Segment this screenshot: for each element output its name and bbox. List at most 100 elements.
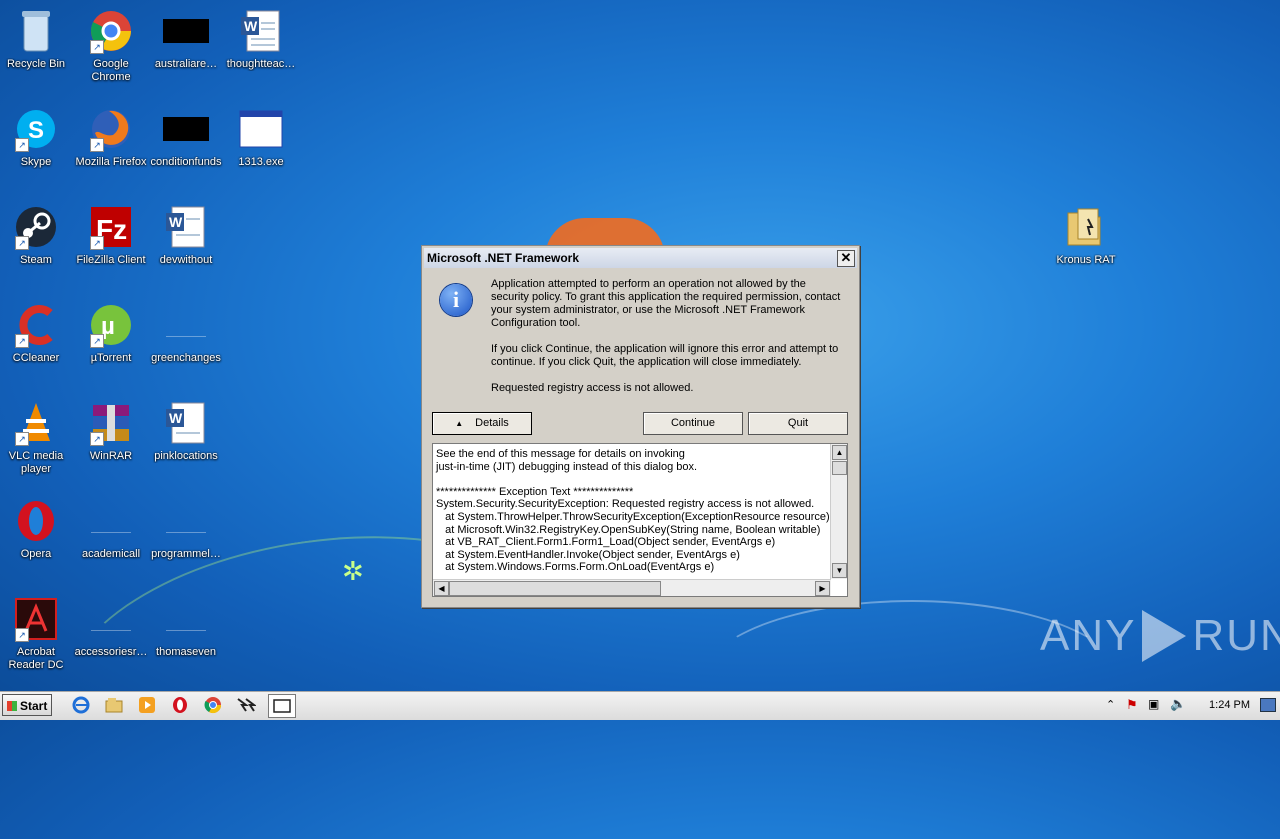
taskbar-explorer-icon[interactable] xyxy=(101,694,127,716)
taskbar-kronus-icon[interactable] xyxy=(233,694,259,716)
desktop-icon-vlc[interactable]: ↗ VLC media player xyxy=(0,400,74,476)
desktop-icon-devwithout[interactable]: W devwithout xyxy=(148,204,224,267)
file-icon xyxy=(88,596,134,642)
icon-label: thomaseven xyxy=(156,646,216,658)
icon-label: CCleaner xyxy=(12,352,60,364)
shortcut-arrow-icon: ↗ xyxy=(90,334,104,348)
error-dialog: Microsoft .NET Framework ✕ i Application… xyxy=(421,245,860,608)
svg-text:W: W xyxy=(244,18,258,34)
icon-label: Google Chrome xyxy=(91,58,131,83)
shortcut-arrow-icon: ↗ xyxy=(90,138,104,152)
desktop-icon-1313-exe[interactable]: 1313.exe xyxy=(223,106,299,169)
message-text: Requested registry access is not allowed… xyxy=(491,382,694,394)
taskbar-dialog-window-icon[interactable] xyxy=(268,694,296,718)
desktop-icon-academicall[interactable]: academicall xyxy=(73,498,149,561)
desktop-icon-acrobat[interactable]: ↗ Acrobat Reader DC xyxy=(0,596,74,672)
ccleaner-icon: ↗ xyxy=(13,302,59,348)
shortcut-arrow-icon: ↗ xyxy=(15,334,29,348)
dialog-titlebar[interactable]: Microsoft .NET Framework ✕ xyxy=(424,248,857,268)
start-button[interactable]: Start xyxy=(2,694,52,716)
utorrent-icon: µ ↗ xyxy=(88,302,134,348)
close-button[interactable]: ✕ xyxy=(837,250,855,267)
desktop-icon-australiare[interactable]: australiare… xyxy=(148,8,224,71)
desktop-icon-kronus-rat[interactable]: Kronus RAT xyxy=(1048,204,1124,267)
desktop-icon-skype[interactable]: S ↗ Skype xyxy=(0,106,74,169)
continue-button[interactable]: Continue xyxy=(643,412,743,435)
desktop-icon-winrar[interactable]: ↗ WinRAR xyxy=(73,400,149,463)
icon-label: Kronus RAT xyxy=(1056,254,1116,266)
scroll-thumb[interactable] xyxy=(449,581,661,596)
collapse-arrow-icon: ▲ xyxy=(455,419,464,428)
action-center-flag-icon[interactable]: ⚑ xyxy=(1126,697,1138,713)
details-text: See the end of this message for details … xyxy=(436,448,830,574)
scroll-up-icon[interactable]: ▲ xyxy=(832,445,847,460)
svg-text:S: S xyxy=(28,117,44,144)
file-icon xyxy=(163,106,209,152)
scroll-down-icon[interactable]: ▼ xyxy=(832,563,847,578)
icon-label: programmel… xyxy=(151,548,221,560)
tray-expand-icon[interactable]: ⌃ xyxy=(1106,698,1115,711)
icon-label: Acrobat Reader DC xyxy=(8,646,64,671)
scroll-thumb[interactable] xyxy=(832,461,847,475)
clock[interactable]: 1:24 PM xyxy=(1209,699,1250,711)
horizontal-scrollbar[interactable]: ◀ ▶ xyxy=(433,579,831,596)
desktop-icon-utorrent[interactable]: µ ↗ µTorrent xyxy=(73,302,149,365)
firefox-icon: ↗ xyxy=(88,106,134,152)
chrome-icon: ↗ xyxy=(88,8,134,54)
watermark-text: RUN xyxy=(1192,611,1280,660)
folder-icon xyxy=(1063,204,1109,250)
desktop-icon-thomaseven[interactable]: thomaseven xyxy=(148,596,224,659)
windows-flag-icon xyxy=(7,701,17,711)
desktop-icon-firefox[interactable]: ↗ Mozilla Firefox xyxy=(73,106,149,169)
icon-label: accessoriesr… xyxy=(74,646,148,658)
desktop-icon-greenchanges[interactable]: greenchanges xyxy=(148,302,224,365)
icon-label: Recycle Bin xyxy=(6,58,66,70)
icon-label: thoughtteac… xyxy=(226,58,296,70)
steam-icon: ↗ xyxy=(13,204,59,250)
details-textbox[interactable]: See the end of this message for details … xyxy=(432,443,848,597)
icon-label: Mozilla Firefox xyxy=(75,156,147,168)
dialog-message: Application attempted to perform an oper… xyxy=(491,278,841,408)
taskbar-opera-icon[interactable] xyxy=(167,694,193,716)
file-icon xyxy=(163,498,209,544)
desktop-icon-pinklocations[interactable]: W pinklocations xyxy=(148,400,224,463)
desktop-icon-accessoriesr[interactable]: accessoriesr… xyxy=(73,596,149,659)
desktop-icon-conditionfunds[interactable]: conditionfunds xyxy=(148,106,224,169)
desktop-icon-filezilla[interactable]: Fz ↗ FileZilla Client xyxy=(73,204,149,267)
icon-label: µTorrent xyxy=(90,352,132,364)
shortcut-arrow-icon: ↗ xyxy=(15,138,29,152)
desktop-icon-programmel[interactable]: programmel… xyxy=(148,498,224,561)
word-document-icon: W xyxy=(238,8,284,54)
network-icon[interactable]: ▣ xyxy=(1148,697,1159,711)
show-desktop-button[interactable] xyxy=(1260,698,1276,712)
exe-window-icon xyxy=(238,106,284,152)
scroll-left-icon[interactable]: ◀ xyxy=(434,581,449,596)
icon-label: australiare… xyxy=(154,58,218,70)
filezilla-icon: Fz ↗ xyxy=(88,204,134,250)
scroll-right-icon[interactable]: ▶ xyxy=(815,581,830,596)
desktop-icon-opera[interactable]: Opera xyxy=(0,498,74,561)
vlc-cone-icon: ↗ xyxy=(13,400,59,446)
taskbar-media-player-icon[interactable] xyxy=(134,694,160,716)
taskbar-ie-icon[interactable] xyxy=(68,694,94,716)
desktop-icon-google-chrome[interactable]: ↗ Google Chrome xyxy=(73,8,149,84)
winrar-icon: ↗ xyxy=(88,400,134,446)
desktop-icon-ccleaner[interactable]: ↗ CCleaner xyxy=(0,302,74,365)
svg-text:W: W xyxy=(169,214,183,230)
desktop-icon-thoughtteac[interactable]: W thoughtteac… xyxy=(223,8,299,71)
info-icon: i xyxy=(440,284,472,316)
quit-button[interactable]: Quit xyxy=(748,412,848,435)
volume-icon[interactable]: 🔈 xyxy=(1170,696,1186,712)
watermark-text: ANY xyxy=(1040,611,1137,660)
desktop-icon-recycle-bin[interactable]: Recycle Bin xyxy=(0,8,74,71)
file-icon xyxy=(88,498,134,544)
desktop-icon-steam[interactable]: ↗ Steam xyxy=(0,204,74,267)
shortcut-arrow-icon: ↗ xyxy=(15,628,29,642)
details-button[interactable]: ▲ Details xyxy=(432,412,532,435)
message-text: Application attempted to perform an oper… xyxy=(491,278,841,329)
vertical-scrollbar[interactable]: ▲ ▼ xyxy=(830,444,847,579)
icon-label: devwithout xyxy=(159,254,213,266)
icon-label: 1313.exe xyxy=(238,156,284,168)
taskbar-chrome-icon[interactable] xyxy=(200,694,226,716)
icon-label: Skype xyxy=(20,156,52,168)
